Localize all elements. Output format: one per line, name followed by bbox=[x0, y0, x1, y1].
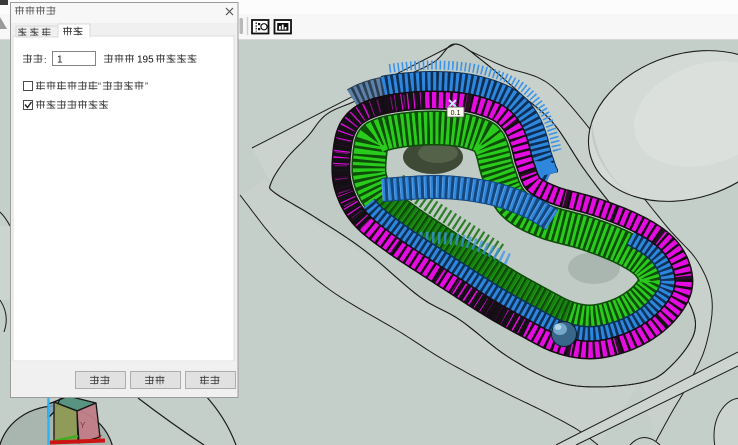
svg-text:”: ” bbox=[145, 81, 148, 91]
svg-text:“: “ bbox=[98, 81, 101, 91]
svg-text:0.1: 0.1 bbox=[451, 110, 461, 117]
svg-text:X: X bbox=[97, 434, 103, 443]
svg-text:Y: Y bbox=[80, 421, 86, 430]
svg-text::: : bbox=[44, 55, 47, 65]
svg-text:195: 195 bbox=[137, 55, 154, 66]
svg-text:1: 1 bbox=[57, 55, 63, 66]
